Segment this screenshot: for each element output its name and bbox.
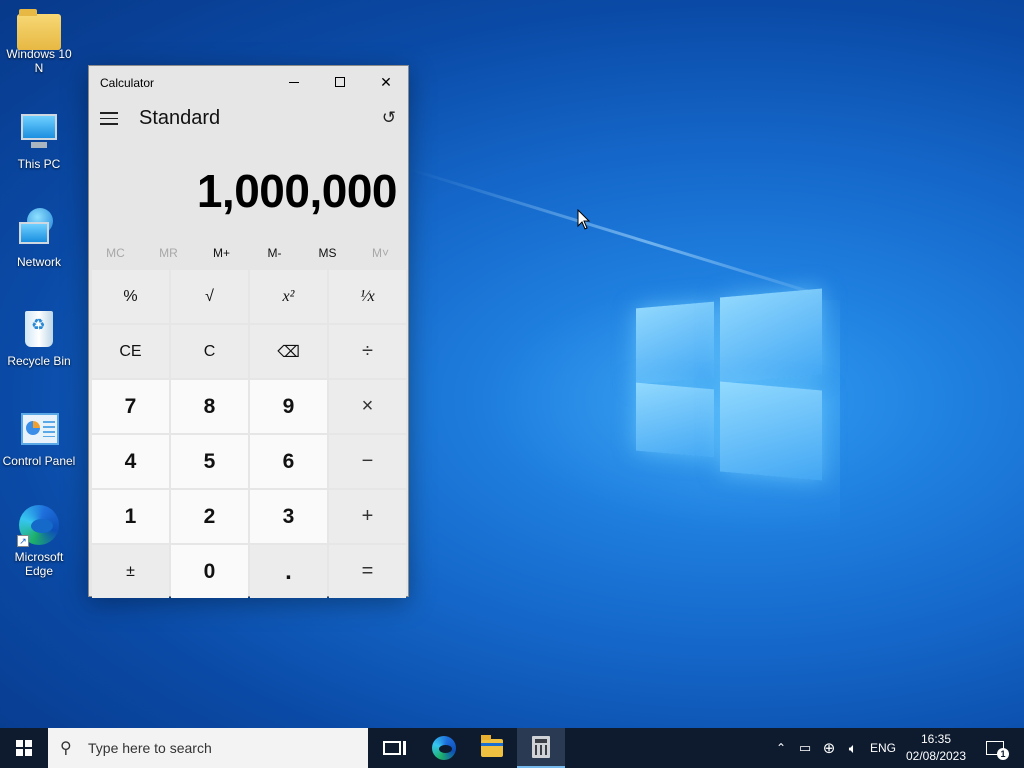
decimal-button[interactable]: . <box>250 545 327 598</box>
digit-8-button[interactable]: 8 <box>171 380 248 433</box>
digit-6-button[interactable]: 6 <box>250 435 327 488</box>
volume-button[interactable]: 🔈︎ <box>842 728 864 768</box>
memory-row: MC MR M+ M- MS M˅ <box>89 244 410 266</box>
clear-entry-button[interactable]: CE <box>92 325 169 378</box>
taskbar-calculator-button[interactable] <box>517 728 565 768</box>
minimize-icon <box>289 81 299 83</box>
desktop-icon-windows10n-folder[interactable]: Windows 10 N <box>1 8 77 75</box>
globe-icon: ⊕ <box>822 740 836 757</box>
close-icon: ✕ <box>380 73 392 90</box>
digit-3-button[interactable]: 3 <box>250 490 327 543</box>
memory-add-button[interactable]: M+ <box>195 244 248 266</box>
reciprocal-button[interactable]: ¹⁄x <box>329 270 406 323</box>
equals-button[interactable]: = <box>329 545 406 598</box>
digit-1-button[interactable]: 1 <box>92 490 169 543</box>
title-bar[interactable]: Calculator ✕ <box>89 66 408 99</box>
memory-subtract-button[interactable]: M- <box>248 244 301 266</box>
edge-icon: ↗ <box>17 503 61 547</box>
desktop-icon-label: Control Panel <box>2 454 76 468</box>
wallpaper-beam <box>409 168 813 294</box>
digit-2-button[interactable]: 2 <box>171 490 248 543</box>
control-panel-icon <box>17 407 61 451</box>
task-view-button[interactable] <box>368 728 416 768</box>
multiply-button[interactable]: × <box>329 380 406 433</box>
plus-button[interactable]: + <box>329 490 406 543</box>
digit-5-button[interactable]: 5 <box>171 435 248 488</box>
recycle-bin-icon <box>17 307 61 351</box>
windows-logo-icon <box>16 740 32 756</box>
desktop-icon-label: Microsoft <box>14 550 64 564</box>
search-icon: ⚲ <box>60 740 72 757</box>
desktop-icon-label: N <box>34 61 44 75</box>
camera-icon: ▭ <box>798 740 812 755</box>
square-root-button[interactable]: √ <box>171 270 248 323</box>
desktop-icon-label: Edge <box>24 564 54 578</box>
result-display: 1,000,000 <box>196 165 398 217</box>
window-title: Calculator <box>100 76 155 90</box>
digit-9-button[interactable]: 9 <box>250 380 327 433</box>
desktop-icon-this-pc[interactable]: This PC <box>1 110 77 171</box>
digit-4-button[interactable]: 4 <box>92 435 169 488</box>
negate-button[interactable]: ± <box>92 545 169 598</box>
search-box[interactable]: ⚲ Type here to search <box>48 728 368 768</box>
percent-button[interactable]: % <box>92 270 169 323</box>
memory-store-button[interactable]: MS <box>301 244 354 266</box>
show-hidden-icons-button[interactable]: ⌃ <box>772 728 790 768</box>
input-language-button[interactable]: ENG <box>868 728 898 768</box>
maximize-button[interactable] <box>317 66 363 98</box>
meet-now-button[interactable]: ▭ <box>796 728 814 768</box>
desktop-icon-network[interactable]: Network <box>1 208 77 269</box>
calculator-mode-title: Standard <box>139 107 221 129</box>
keypad: % √ x² ¹⁄x CE C ⌫ ÷ 7 8 9 × 4 5 6 − 1 2 … <box>92 270 406 598</box>
history-icon[interactable]: ↺ <box>378 108 400 130</box>
action-center-button[interactable]: 1 <box>980 728 1010 768</box>
file-explorer-icon <box>481 735 503 757</box>
chevron-up-icon: ⌃ <box>775 741 787 755</box>
divide-button[interactable]: ÷ <box>329 325 406 378</box>
taskbar-file-explorer-button[interactable] <box>468 728 516 768</box>
desktop-icon-control-panel[interactable]: Control Panel <box>1 407 77 468</box>
network-status-button[interactable]: ⊕ <box>818 728 840 768</box>
desktop-icon-recycle-bin[interactable]: Recycle Bin <box>1 307 77 368</box>
desktop-icon-microsoft-edge[interactable]: ↗ Microsoft Edge <box>1 503 77 578</box>
square-button[interactable]: x² <box>250 270 327 323</box>
network-icon <box>17 208 61 252</box>
shortcut-arrow-icon: ↗ <box>17 535 29 547</box>
folder-icon <box>17 9 61 50</box>
edge-icon <box>432 736 456 760</box>
wallpaper-windows-logo <box>636 288 822 481</box>
navigation-menu-icon[interactable] <box>100 112 118 126</box>
clock[interactable]: 16:35 02/08/2023 <box>900 731 972 765</box>
minimize-button[interactable] <box>271 66 317 98</box>
memory-clear-button[interactable]: MC <box>89 244 142 266</box>
calculator-header: Standard ↺ <box>89 99 408 139</box>
digit-7-button[interactable]: 7 <box>92 380 169 433</box>
computer-icon <box>17 110 61 154</box>
taskbar: ⚲ Type here to search ⌃ ▭ ⊕ 🔈︎ ENG 16:35… <box>0 728 1024 768</box>
clock-time: 16:35 <box>920 732 952 746</box>
task-view-icon <box>383 741 406 755</box>
notification-icon: 1 <box>986 741 1009 760</box>
speaker-muted-icon: 🔈︎ <box>848 739 858 756</box>
maximize-icon <box>335 77 345 87</box>
minus-button[interactable]: − <box>329 435 406 488</box>
search-placeholder: Type here to search <box>88 740 212 756</box>
taskbar-edge-button[interactable] <box>420 728 468 768</box>
calculator-window: Calculator ✕ Standard ↺ 1,000,000 MC MR … <box>88 65 410 598</box>
desktop-icon-label: Recycle Bin <box>7 354 71 368</box>
memory-recall-button[interactable]: MR <box>142 244 195 266</box>
start-button[interactable] <box>0 728 48 768</box>
digit-0-button[interactable]: 0 <box>171 545 248 598</box>
notification-count: 1 <box>997 748 1009 760</box>
desktop-icon-label: This PC <box>17 157 61 171</box>
memory-list-button[interactable]: M˅ <box>354 244 407 266</box>
calculator-icon <box>532 736 550 758</box>
desktop-icon-label: Network <box>16 255 61 269</box>
close-button[interactable]: ✕ <box>363 66 409 98</box>
clock-date: 02/08/2023 <box>905 749 967 763</box>
backspace-button[interactable]: ⌫ <box>250 325 327 378</box>
clear-button[interactable]: C <box>171 325 248 378</box>
